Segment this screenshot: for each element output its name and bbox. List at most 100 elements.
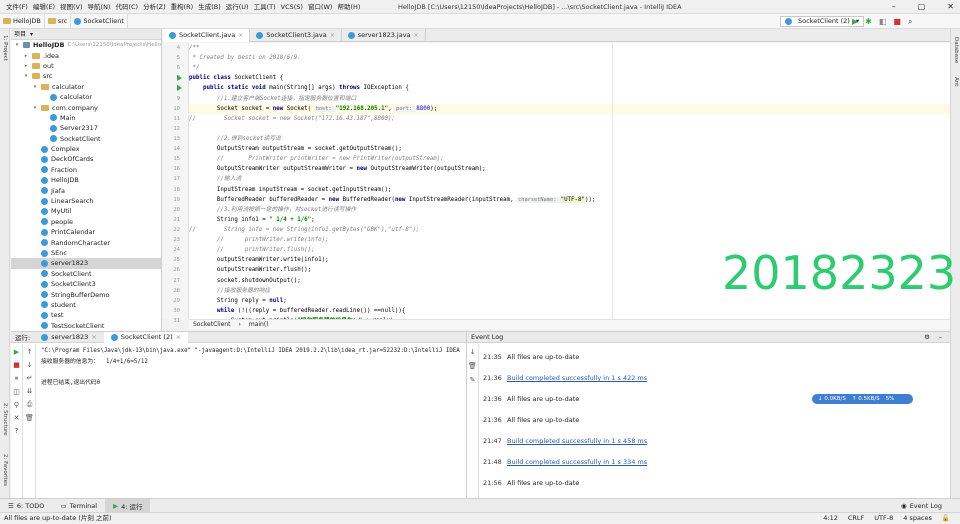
tree-item[interactable]: Fraction xyxy=(11,165,161,175)
close-icon[interactable]: × xyxy=(414,32,419,39)
menu-item[interactable]: 文件(F) xyxy=(6,0,28,14)
minimize-icon[interactable]: – xyxy=(892,0,896,14)
menu-item[interactable]: 工具(T) xyxy=(254,0,276,14)
chevron-down-icon[interactable]: ▾ xyxy=(32,84,38,90)
console-output[interactable]: "C:\Program Files\Java\jdk-13\bin\java.e… xyxy=(41,346,460,388)
close-icon[interactable]: × xyxy=(176,332,181,343)
close-icon[interactable]: ✕ xyxy=(947,0,954,14)
tree-item[interactable]: server1823 xyxy=(11,258,161,269)
editor-tab[interactable]: SocketClient.java × xyxy=(163,28,251,42)
run-tab-socketclient[interactable]: SocketClient (2) × xyxy=(103,331,189,343)
editor-tab[interactable]: server1823.java × xyxy=(342,28,426,42)
ant-tool-button[interactable]: Ant xyxy=(953,77,959,86)
event-link[interactable]: Build completed successfully in 1 s 422 … xyxy=(507,374,647,382)
menu-item[interactable]: 导航(N) xyxy=(88,0,111,14)
stop-icon[interactable]: ■ xyxy=(13,361,20,369)
tree-item[interactable]: SEnc xyxy=(11,248,161,258)
structure-tool-button[interactable]: 2: Structure xyxy=(2,403,8,436)
close-icon[interactable]: ✕ xyxy=(14,414,20,422)
camera-icon[interactable]: ◫ xyxy=(13,388,20,396)
stop-icon[interactable]: ■ xyxy=(893,15,901,28)
run-tab-server1823[interactable]: server1823 × xyxy=(34,332,104,343)
project-tool-button[interactable]: 1: Project xyxy=(2,35,8,61)
tree-item[interactable]: student xyxy=(11,300,161,310)
tree-item[interactable]: ▾ com.company xyxy=(11,102,161,112)
run-gutter-icon[interactable] xyxy=(177,85,182,92)
coverage-icon[interactable]: ◧ xyxy=(879,15,887,28)
tree-item[interactable]: LinearSearch xyxy=(11,196,161,206)
close-icon[interactable]: × xyxy=(330,32,335,39)
run-gutter-icon[interactable] xyxy=(177,75,182,82)
status-message[interactable]: All files are up-to-date (片刻 之前) xyxy=(0,514,112,522)
menu-item[interactable]: 帮助(H) xyxy=(337,0,360,14)
menu-item[interactable]: 生成(B) xyxy=(198,0,221,14)
menu-item[interactable]: 窗口(W) xyxy=(308,0,333,14)
tree-item[interactable]: ▾ calculator xyxy=(11,82,161,92)
trash-icon[interactable]: 🗑 xyxy=(468,362,477,370)
breadcrumb-src[interactable]: src xyxy=(45,13,72,29)
event-log-tool-button[interactable]: ◉ Event Log xyxy=(893,499,950,513)
menu-item[interactable]: VCS(S) xyxy=(281,0,303,14)
gear-icon[interactable]: ⚙ xyxy=(924,332,930,343)
chevron-down-icon[interactable]: ▾ xyxy=(23,73,29,79)
trash-icon[interactable]: 🗑 xyxy=(25,414,34,422)
tree-item[interactable]: Server2317 xyxy=(11,123,161,133)
tree-item[interactable]: ▸ out xyxy=(11,61,161,71)
chevron-right-icon[interactable]: ▸ xyxy=(23,63,29,69)
editor-tab[interactable]: SocketClient3.java × xyxy=(250,28,342,42)
tree-item[interactable]: TestSocketClient xyxy=(11,321,161,331)
terminal-tool-button[interactable]: ▭ Terminal xyxy=(52,499,105,513)
menu-item[interactable]: 编辑(E) xyxy=(33,0,55,14)
close-icon[interactable]: × xyxy=(91,332,96,343)
chevron-right-icon[interactable]: ▸ xyxy=(23,53,29,59)
caret-position[interactable]: 4:12 xyxy=(823,513,838,524)
menu-item[interactable]: 重构(R) xyxy=(171,0,194,14)
pin-icon[interactable]: ⚲ xyxy=(14,401,19,409)
rerun-icon[interactable]: ▶ xyxy=(14,348,19,356)
menu-item[interactable]: 代码(C) xyxy=(115,0,138,14)
chevron-down-icon[interactable]: ▾ xyxy=(14,42,20,48)
tree-item[interactable]: Complex xyxy=(11,144,161,154)
favorites-tool-button[interactable]: 2: Favorites xyxy=(2,454,8,486)
tree-item[interactable]: SocketClient3 xyxy=(11,279,161,289)
tree-item[interactable]: calculator xyxy=(11,92,161,102)
tree-item[interactable]: StringBufferDemo xyxy=(11,289,161,299)
help-icon[interactable]: ? xyxy=(15,427,19,435)
tree-item[interactable]: SocketClient xyxy=(11,134,161,144)
chevron-down-icon[interactable]: ▾ xyxy=(30,29,33,39)
breadcrumb-project[interactable]: HelloJDB xyxy=(0,13,45,29)
wrench-icon[interactable]: ✎ xyxy=(470,376,476,384)
tree-item[interactable]: ▾ HelloJDB C:\Users\12150\IdeaProjects\Hel… xyxy=(11,40,161,50)
tree-item[interactable]: ▸ .idea xyxy=(11,50,161,60)
menu-item[interactable]: 视图(V) xyxy=(60,0,83,14)
print-icon[interactable]: ⎙ xyxy=(27,400,33,409)
debug-icon[interactable]: ✱ xyxy=(865,15,872,28)
tree-item[interactable]: PrintCalendar xyxy=(11,227,161,237)
arrow-down-icon[interactable]: ↓ xyxy=(27,361,33,369)
menu-item[interactable]: 运行(U) xyxy=(226,0,249,14)
tree-item[interactable]: Main xyxy=(11,113,161,123)
menu-item[interactable]: 分析(Z) xyxy=(143,0,166,14)
arrow-down-icon[interactable]: ↓ xyxy=(470,348,476,356)
run-tool-button[interactable]: ▶ 4: 运行 xyxy=(105,498,151,513)
tree-item[interactable]: test xyxy=(11,310,161,320)
pause-icon[interactable]: ⏸ xyxy=(15,374,19,383)
search-icon[interactable]: ⌕ xyxy=(908,15,912,28)
tree-item[interactable]: DeckOfCards xyxy=(11,154,161,164)
database-tool-button[interactable]: Database xyxy=(953,37,959,63)
tree-item[interactable]: RandomCharacter xyxy=(11,237,161,247)
event-link[interactable]: Build completed successfully in 1 s 458 … xyxy=(507,437,647,445)
breadcrumb-file[interactable]: SocketClient xyxy=(71,13,128,29)
lock-icon[interactable]: 🔓 xyxy=(942,513,950,524)
todo-tool-button[interactable]: ☰ 6: TODO xyxy=(0,499,52,513)
tree-item[interactable]: SocketClient xyxy=(11,269,161,279)
close-icon[interactable]: × xyxy=(238,32,243,39)
event-link[interactable]: Build completed successfully in 1 s 334 … xyxy=(507,458,647,466)
run-icon[interactable]: ▶ xyxy=(852,15,858,28)
maximize-icon[interactable]: ▢ xyxy=(918,0,926,14)
chevron-down-icon[interactable]: ▾ xyxy=(32,105,38,111)
indent-setting[interactable]: 4 spaces xyxy=(903,513,932,524)
file-encoding[interactable]: UTF-8 xyxy=(874,513,893,524)
arrow-up-icon[interactable]: ↑ xyxy=(27,348,33,356)
tree-item[interactable]: people xyxy=(11,217,161,227)
